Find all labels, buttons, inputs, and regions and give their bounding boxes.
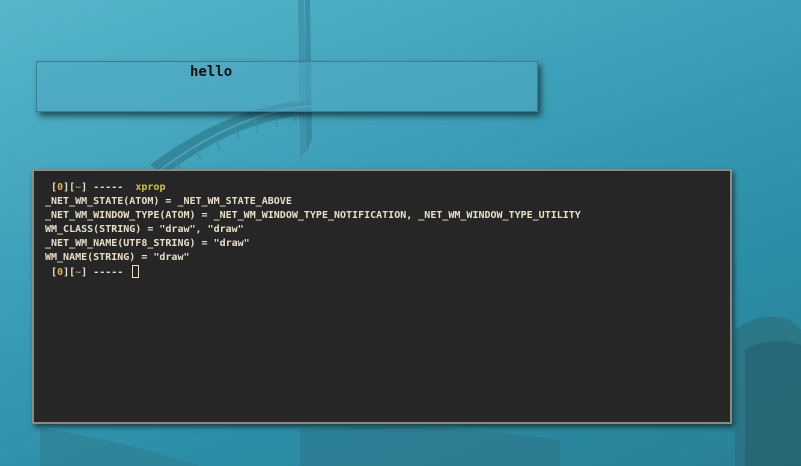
terminal-output-line: WM_CLASS(STRING) = "draw", "draw": [45, 224, 244, 235]
prompt-dashes: -----: [87, 182, 124, 193]
prompt-dashes: -----: [87, 267, 124, 278]
terminal-output-line: _NET_WM_WINDOW_TYPE(ATOM) = _NET_WM_WIND…: [45, 210, 581, 221]
notification-text: hello: [190, 64, 233, 80]
terminal-window[interactable]: [0][~] ----- xprop _NET_WM_STATE(ATOM) =…: [32, 169, 732, 424]
prompt-bracket: ][: [63, 267, 76, 278]
terminal-output-line: _NET_WM_STATE(ATOM) = _NET_WM_STATE_ABOV…: [45, 196, 292, 207]
notification-window[interactable]: hello: [36, 61, 538, 112]
terminal-cursor[interactable]: [132, 265, 140, 278]
terminal-prompt-line[interactable]: [0][~] -----: [45, 265, 730, 279]
terminal-output-line: WM_NAME(STRING) = "draw": [45, 252, 190, 263]
terminal-prompt-line: [0][~] ----- xprop: [45, 181, 730, 195]
terminal-output-line: _NET_WM_NAME(UTF8_STRING) = "draw": [45, 238, 250, 249]
terminal-command: xprop: [135, 182, 166, 193]
prompt-bracket: ][: [63, 182, 76, 193]
